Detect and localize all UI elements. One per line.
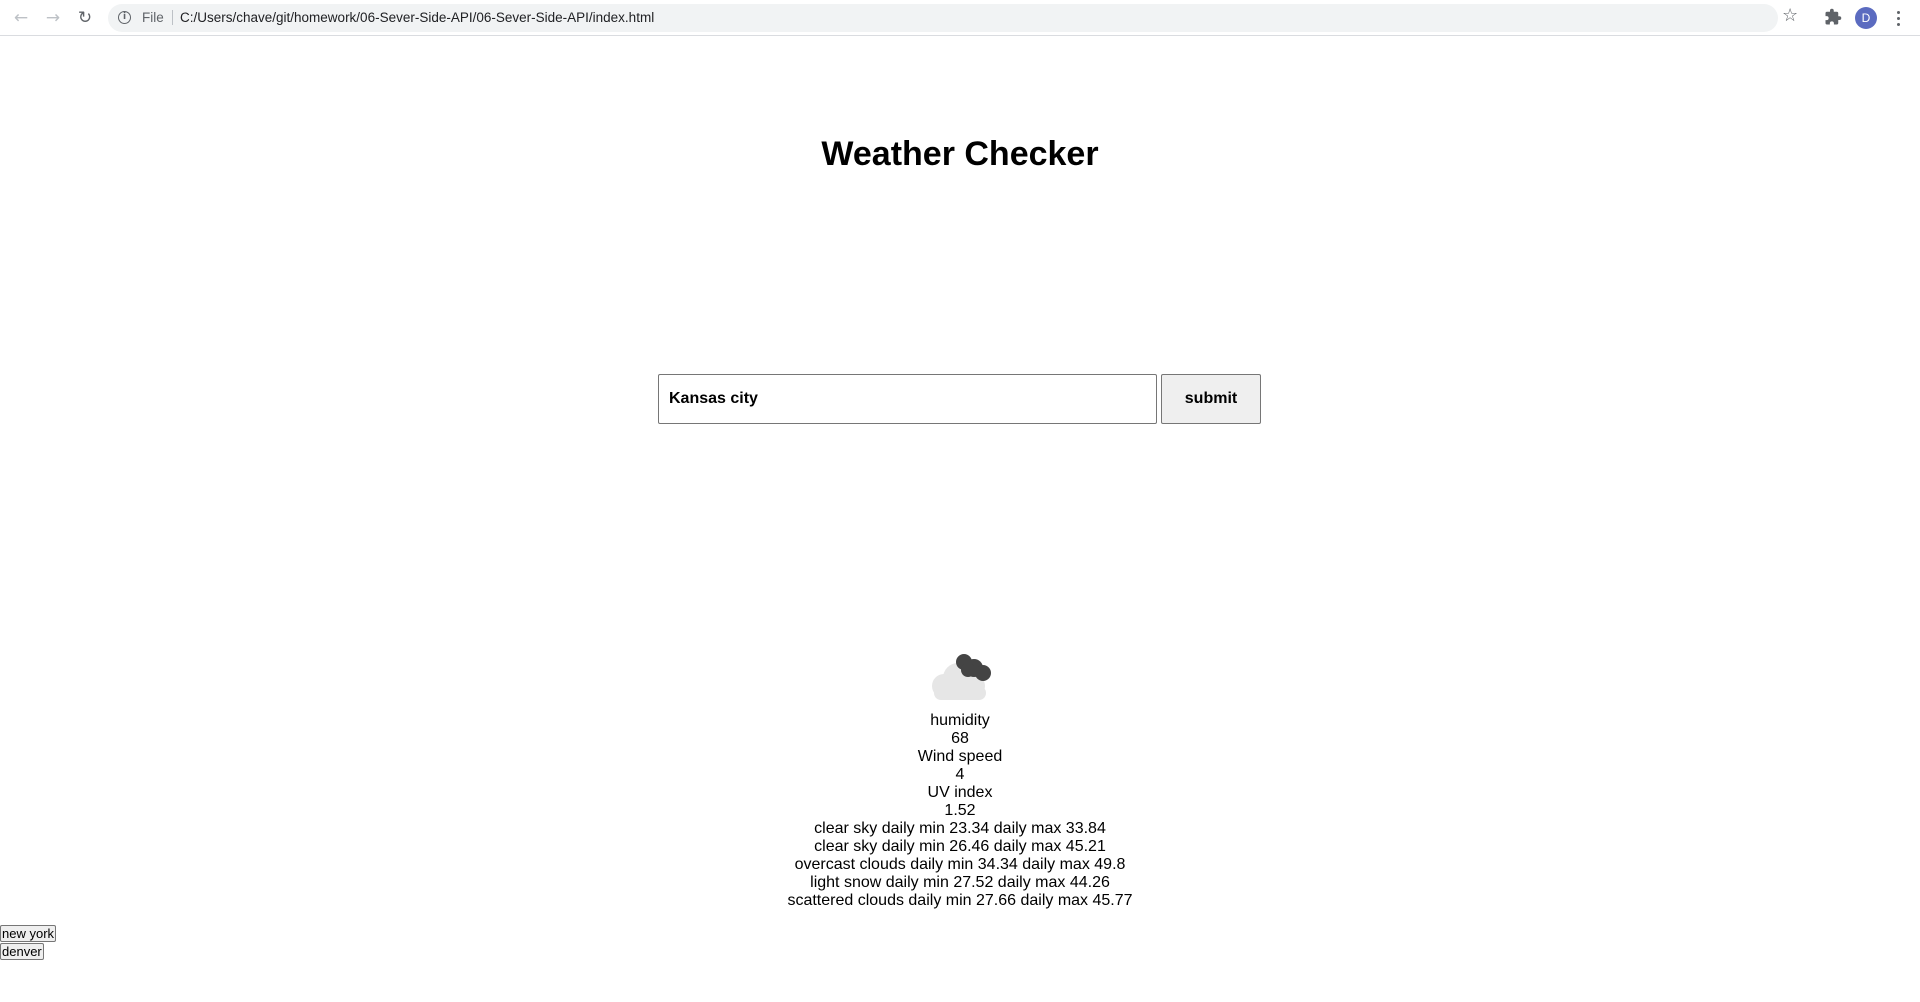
browser-toolbar: ← → ↻ i File C:/Users/chave/git/homework…: [0, 0, 1920, 36]
back-arrow-icon[interactable]: ←: [9, 6, 33, 30]
weather-results: humidity 68 Wind speed 4 UV index 1.52 c…: [0, 646, 1920, 910]
humidity-label: humidity: [930, 712, 990, 729]
forward-arrow-icon[interactable]: →: [41, 6, 65, 30]
search-history: new york denver: [0, 925, 57, 961]
star-icon[interactable]: ☆: [1782, 5, 1798, 26]
wind-speed-label: Wind speed: [917, 748, 1003, 765]
search-form: submit: [658, 374, 1261, 424]
menu-icon[interactable]: [1890, 7, 1906, 29]
forecast-day: scattered clouds daily min 27.66 daily m…: [787, 892, 1133, 909]
forecast-day: clear sky daily min 23.34 daily max 33.8…: [814, 820, 1106, 837]
forecast-day: overcast clouds daily min 34.34 daily ma…: [794, 856, 1126, 873]
history-button-new-york[interactable]: new york: [0, 925, 57, 942]
extensions-icon[interactable]: [1824, 8, 1842, 26]
address-bar[interactable]: i File C:/Users/chave/git/homework/06-Se…: [108, 4, 1778, 32]
weather-details: humidity 68 Wind speed 4 UV index 1.52 c…: [0, 712, 1920, 910]
url-text[interactable]: C:/Users/chave/git/homework/06-Sever-Sid…: [180, 10, 654, 25]
avatar[interactable]: D: [1855, 7, 1877, 29]
info-icon[interactable]: i: [118, 11, 131, 24]
forecast-day: clear sky daily min 26.46 daily max 45.2…: [814, 838, 1106, 855]
forecast-day: light snow daily min 27.52 daily max 44.…: [810, 874, 1110, 891]
submit-button[interactable]: submit: [1161, 374, 1261, 424]
reload-icon[interactable]: ↻: [73, 6, 97, 30]
wind-speed-value: 4: [955, 766, 965, 783]
scheme-label: File: [142, 10, 173, 25]
uv-index-value: 1.52: [944, 802, 976, 819]
page-title: Weather Checker: [821, 135, 1099, 173]
humidity-value: 68: [951, 730, 969, 747]
city-search-input[interactable]: [658, 374, 1157, 424]
cloud-icon: [932, 654, 991, 700]
history-button-denver[interactable]: denver: [0, 943, 44, 960]
uv-index-label: UV index: [927, 784, 993, 801]
